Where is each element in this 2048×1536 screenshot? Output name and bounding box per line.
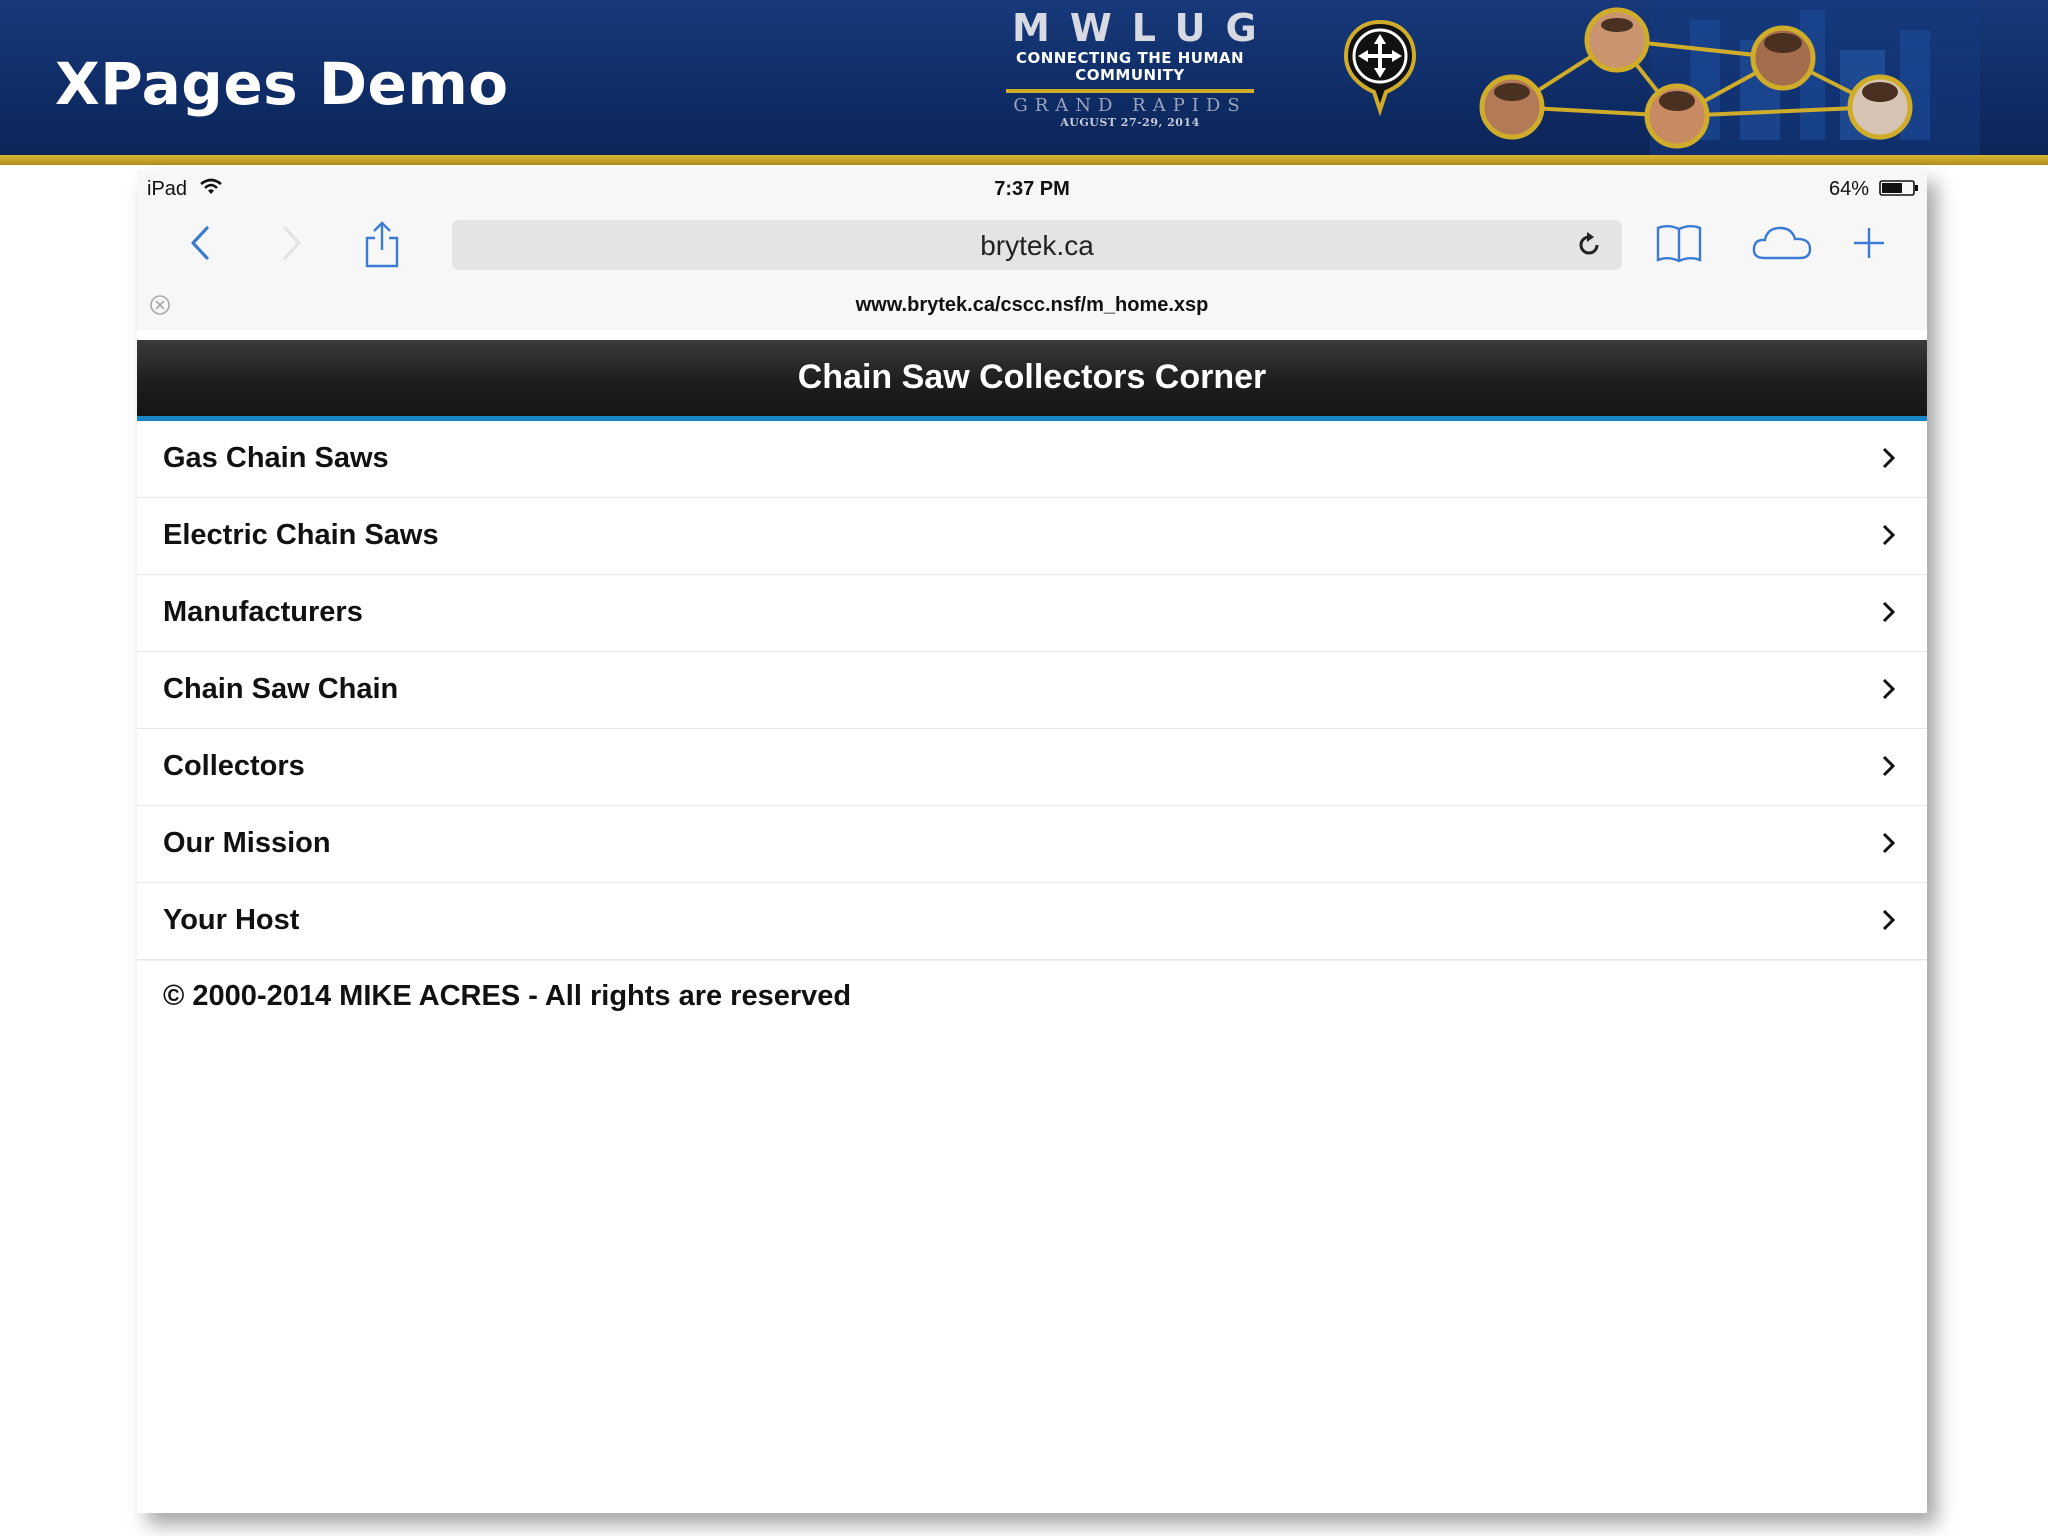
menu-item-label: Our Mission: [163, 827, 331, 859]
main-menu: Gas Chain Saws Electric Chain Saws Manuf…: [137, 421, 1927, 960]
people-network-graphic: [1479, 0, 1980, 155]
menu-item-collectors[interactable]: Collectors: [137, 729, 1927, 806]
slide-title: XPages Demo: [55, 50, 509, 118]
menu-item-label: Electric Chain Saws: [163, 519, 439, 551]
logo-letters: MWLUG: [1012, 6, 1277, 50]
menu-item-label: Gas Chain Saws: [163, 442, 389, 474]
bookmarks-icon[interactable]: [1654, 220, 1704, 266]
conference-emblem-icon: [1343, 19, 1417, 117]
chevron-right-icon: [1882, 678, 1896, 700]
logo-divider: [1006, 89, 1254, 93]
new-tab-plus-icon[interactable]: [1849, 220, 1889, 266]
logo-tagline-line-2: COMMUNITY: [1075, 66, 1185, 84]
menu-item-label: Your Host: [163, 904, 300, 936]
mwlug-logo: MWLUG CONNECTING THE HUMAN COMMUNITY GRA…: [1000, 6, 1260, 134]
battery-icon: [1879, 180, 1918, 196]
menu-item-chain-saw-chain[interactable]: Chain Saw Chain: [137, 652, 1927, 729]
chevron-right-icon: [1882, 447, 1896, 469]
page-header: Chain Saw Collectors Corner: [137, 340, 1927, 421]
logo-tagline-line-1: CONNECTING THE HUMAN: [1015, 49, 1245, 67]
status-bar: iPad 7:37 PM 64%: [137, 170, 1927, 206]
chevron-right-icon: [1882, 909, 1896, 931]
back-icon[interactable]: [185, 220, 215, 266]
menu-item-our-mission[interactable]: Our Mission: [137, 806, 1927, 883]
slide-banner: XPages Demo MWLUG CONNECTING THE HUMAN C…: [0, 0, 2048, 155]
cloud-tabs-icon[interactable]: [1750, 220, 1814, 266]
copyright-footer: © 2000-2014 MIKE ACRES - All rights are …: [163, 980, 852, 1012]
chevron-right-icon: [1882, 755, 1896, 777]
logo-city: GRAND RAPIDS: [1013, 95, 1247, 116]
menu-item-label: Collectors: [163, 750, 305, 782]
menu-item-label: Chain Saw Chain: [163, 673, 399, 705]
address-text: brytek.ca: [980, 230, 1094, 261]
address-field[interactable]: brytek.ca: [452, 220, 1622, 270]
battery-percent: 64%: [1828, 178, 1869, 200]
page-url: www.brytek.ca/cscc.nsf/m_home.xsp: [855, 294, 1209, 316]
browser-toolbar: brytek.ca: [137, 206, 1927, 280]
share-icon[interactable]: [361, 220, 403, 270]
tab-url-bar: www.brytek.ca/cscc.nsf/m_home.xsp: [137, 280, 1927, 330]
menu-item-your-host[interactable]: Your Host: [137, 883, 1927, 960]
ipad-screenshot: iPad 7:37 PM 64% brytek.ca www.brytek.ca…: [137, 170, 1927, 1513]
menu-item-manufacturers[interactable]: Manufacturers: [137, 575, 1927, 652]
chevron-right-icon: [1882, 524, 1896, 546]
menu-item-electric-chain-saws[interactable]: Electric Chain Saws: [137, 498, 1927, 575]
reload-icon[interactable]: [1574, 230, 1604, 260]
menu-item-gas-chain-saws[interactable]: Gas Chain Saws: [137, 421, 1927, 498]
logo-dates: AUGUST 27-29, 2014: [1060, 116, 1200, 129]
page-header-title: Chain Saw Collectors Corner: [797, 358, 1267, 396]
chevron-right-icon: [1882, 601, 1896, 623]
chevron-right-icon: [1882, 832, 1896, 854]
menu-item-label: Manufacturers: [163, 596, 363, 628]
banner-gold-rule: [0, 155, 2048, 165]
forward-icon[interactable]: [277, 220, 307, 266]
status-time: 7:37 PM: [994, 178, 1070, 200]
